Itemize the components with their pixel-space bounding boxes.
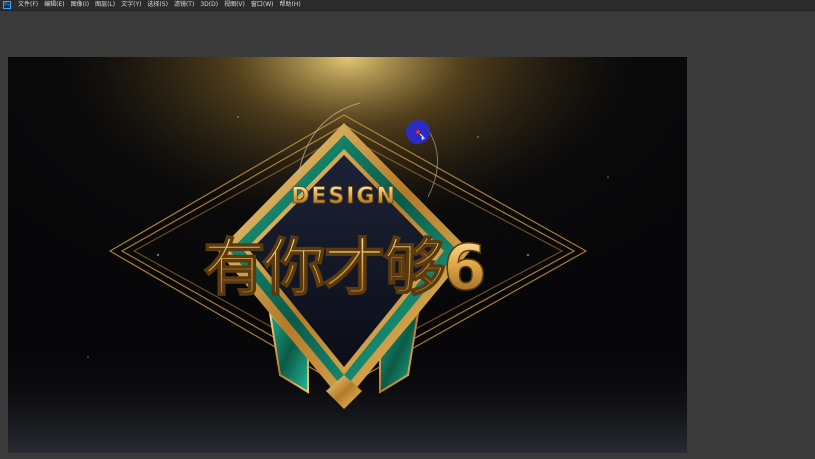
menu-3d[interactable]: 3D(D) <box>197 0 221 10</box>
photoshop-app-icon[interactable]: Ps <box>3 1 11 9</box>
menu-file[interactable]: 文件(F) <box>15 0 41 10</box>
menu-window[interactable]: 窗口(W) <box>248 0 277 10</box>
brush-cursor <box>406 120 430 144</box>
menu-filter[interactable]: 滤镜(T) <box>171 0 197 10</box>
artwork: DESIGN 有你才够6 <box>8 57 687 453</box>
menu-bar: Ps 文件(F) 编辑(E) 图像(I) 图层(L) 文字(Y) 选择(S) 滤… <box>0 0 815 11</box>
menu-image[interactable]: 图像(I) <box>68 0 92 10</box>
menu-select[interactable]: 选择(S) <box>144 0 171 10</box>
menu-edit[interactable]: 编辑(E) <box>41 0 67 10</box>
menu-view[interactable]: 视图(V) <box>221 0 248 10</box>
document-canvas[interactable]: DESIGN 有你才够6 <box>8 57 687 453</box>
workspace: DESIGN 有你才够6 <box>0 11 815 459</box>
menu-layer[interactable]: 图层(L) <box>92 0 118 10</box>
menu-help[interactable]: 帮助(H) <box>277 0 304 10</box>
main-title-text: 有你才够6 <box>203 231 484 304</box>
subtitle-design-text: DESIGN <box>291 184 397 209</box>
menu-type[interactable]: 文字(Y) <box>118 0 144 10</box>
